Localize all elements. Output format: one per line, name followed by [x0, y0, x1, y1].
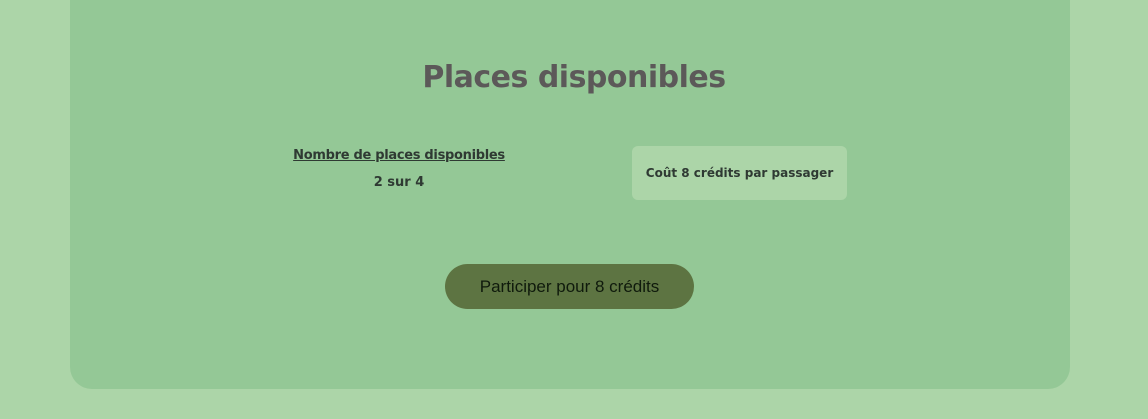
join-trip-button[interactable]: Participer pour 8 crédits — [445, 264, 694, 309]
section-title: Places disponibles — [422, 60, 726, 95]
cost-per-passenger-text: Coût 8 crédits par passager — [645, 166, 834, 180]
trip-card — [70, 0, 1070, 389]
available-places-info: Nombre de places disponibles 2 sur 4 — [250, 148, 548, 190]
join-trip-button-label: Participer pour 8 crédits — [479, 276, 660, 296]
available-places-label: Nombre de places disponibles — [293, 148, 505, 163]
cost-per-passenger-box: Coût 8 crédits par passager — [632, 146, 847, 200]
available-places-value: 2 sur 4 — [373, 175, 425, 190]
